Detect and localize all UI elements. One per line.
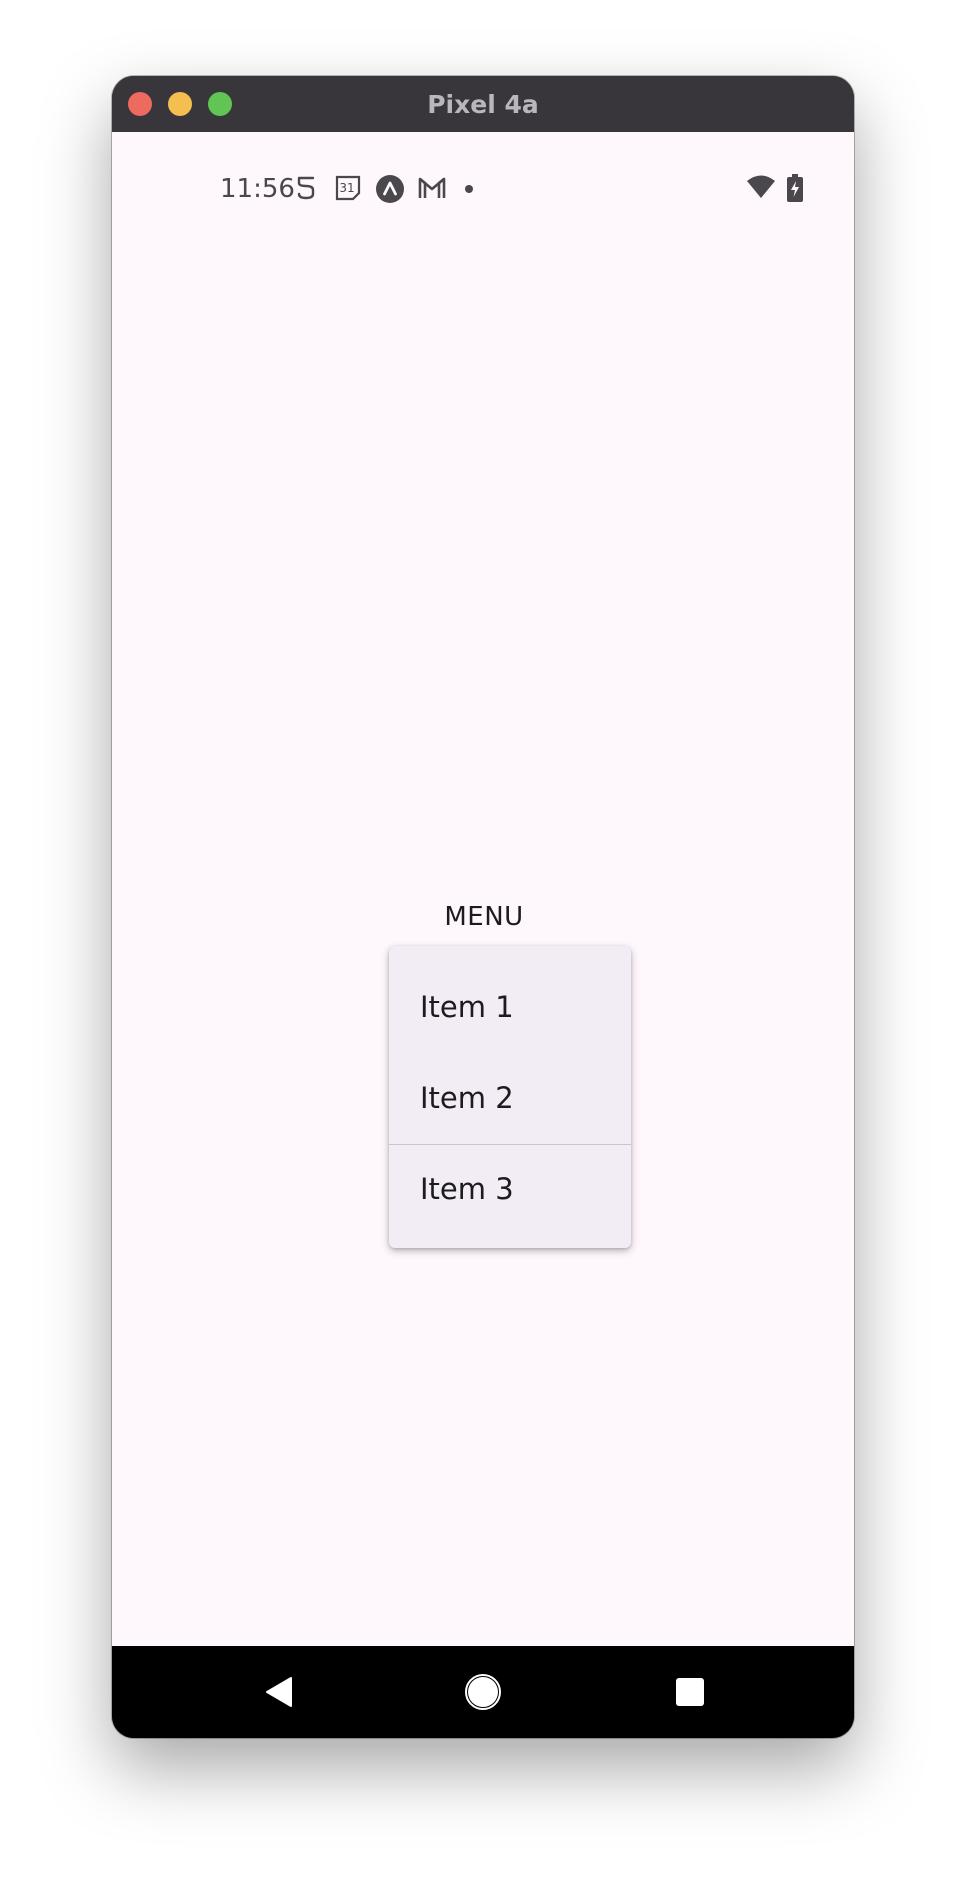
status-time: 11:56 [220, 174, 295, 204]
menu-item-label: Item 3 [420, 1172, 514, 1206]
menu-item-label: Item 1 [420, 990, 514, 1024]
dropdown-menu: Item 1 Item 2 Item 3 [389, 946, 631, 1248]
window-title: Pixel 4a [427, 90, 539, 119]
navigation-bar [112, 1646, 854, 1738]
wifi-icon [747, 175, 775, 198]
back-icon[interactable] [255, 1668, 303, 1716]
menu-item-1[interactable]: Item 1 [389, 960, 631, 1050]
device-screen: 11:56 31 MENU Item 1 Item 2 Item 3 [112, 132, 854, 1646]
gmail-icon [418, 177, 446, 198]
calendar-day-text: 31 [339, 181, 354, 195]
status-bar: 11:56 31 [112, 132, 854, 242]
menu-item-label: Item 2 [420, 1081, 514, 1115]
battery-charging-icon [787, 174, 803, 202]
mobile-data-icon [297, 176, 315, 200]
menu-button[interactable]: MENU [424, 902, 544, 932]
app-notification-icon [376, 175, 404, 203]
menu-item-3[interactable]: Item 3 [389, 1142, 631, 1232]
emulator-window: Pixel 4a 11:56 31 MENU Item 1 Item 2 Ite… [112, 76, 854, 1738]
menu-item-2[interactable]: Item 2 [389, 1051, 631, 1141]
window-titlebar: Pixel 4a [112, 76, 854, 132]
recents-icon[interactable] [666, 1668, 714, 1716]
more-notifications-dot-icon [465, 185, 473, 193]
home-icon[interactable] [459, 1668, 507, 1716]
calendar-icon: 31 [335, 175, 361, 201]
